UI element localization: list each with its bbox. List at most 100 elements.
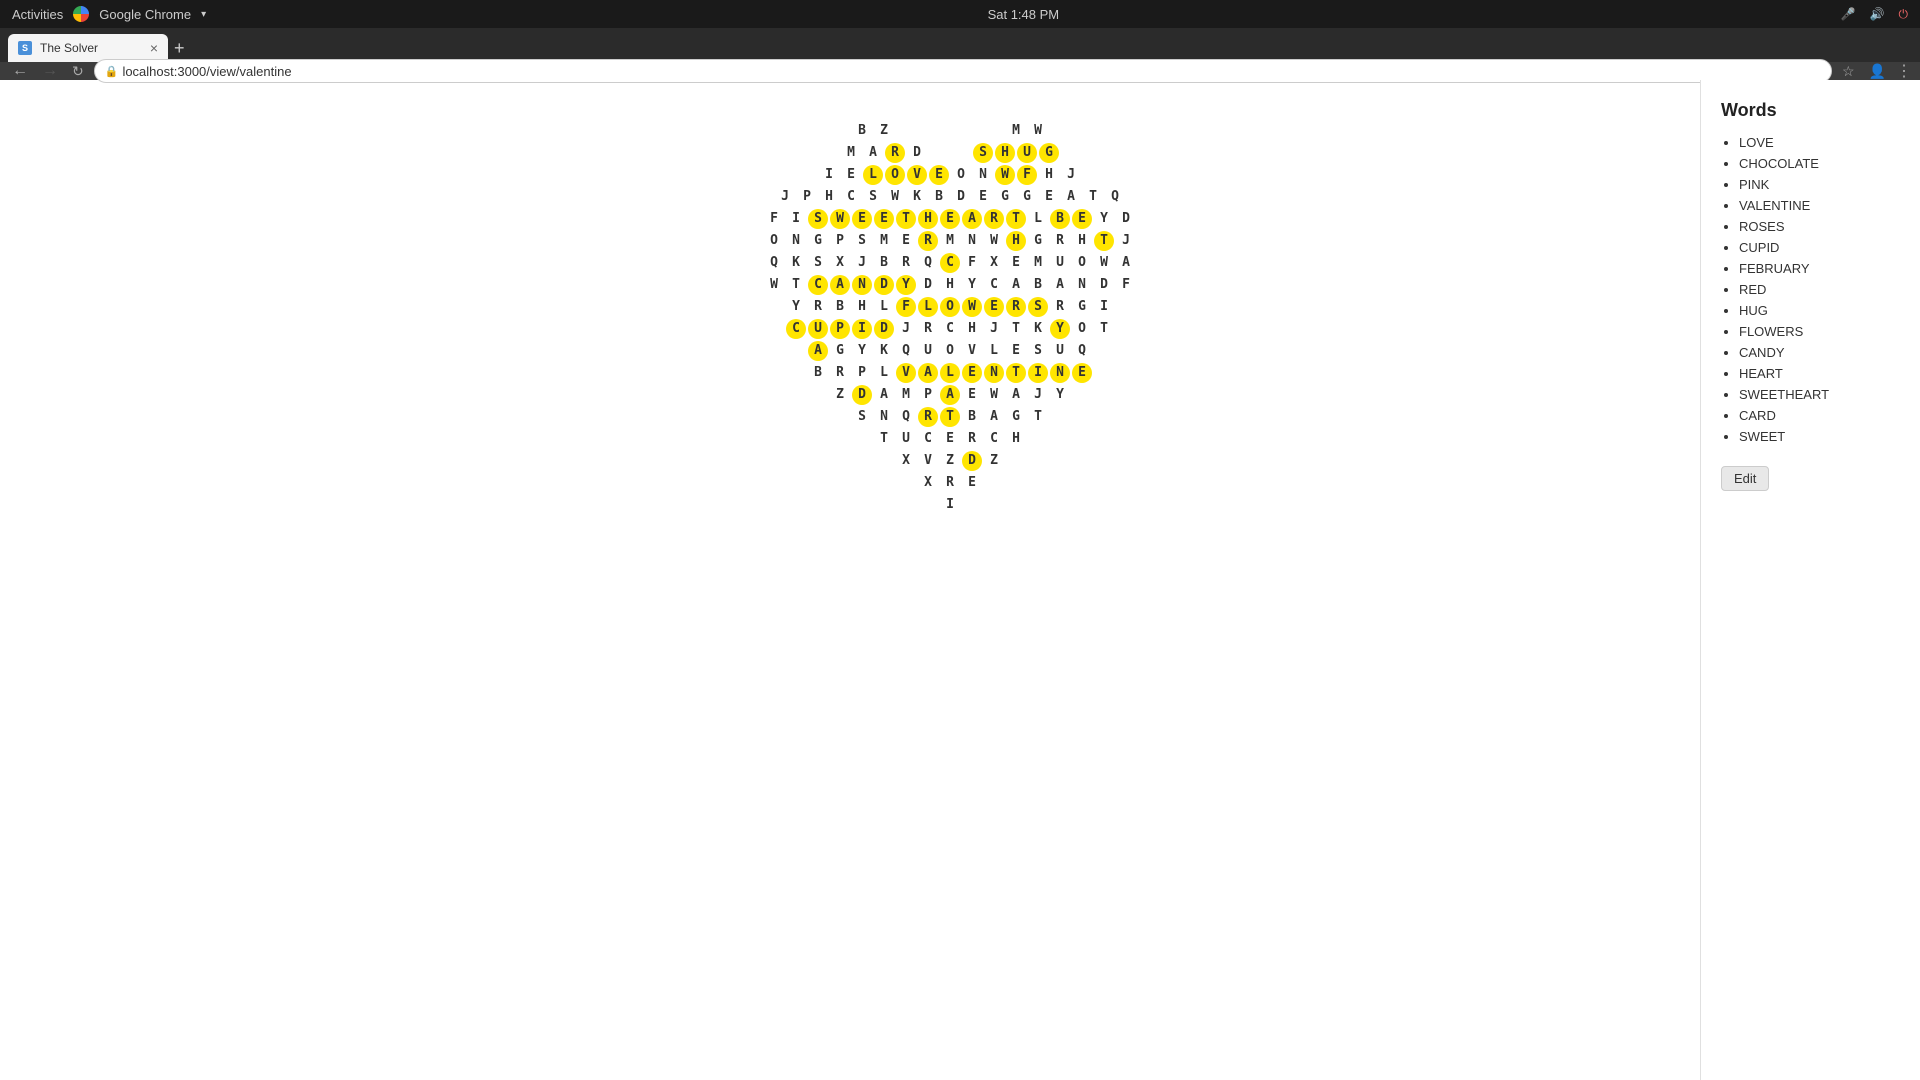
grid-cell[interactable] [951,143,971,163]
grid-cell[interactable]: U [1050,253,1070,273]
grid-cell[interactable]: C [841,187,861,207]
grid-cell[interactable]: Q [896,341,916,361]
grid-cell[interactable]: Q [1105,187,1125,207]
grid-cell[interactable]: Q [918,253,938,273]
grid-cell[interactable]: H [1072,231,1092,251]
activities-label[interactable]: Activities [12,7,63,22]
grid-cell[interactable]: H [918,209,938,229]
chrome-dropdown-icon[interactable]: ▾ [201,9,206,20]
bookmark-icon[interactable]: ☆ [1838,61,1859,82]
grid-cell[interactable]: G [1072,297,1092,317]
grid-cell[interactable]: J [775,187,795,207]
grid-cell[interactable]: W [995,165,1015,185]
grid-cell[interactable]: P [918,385,938,405]
grid-cell[interactable]: Q [896,407,916,427]
grid-cell[interactable]: I [852,319,872,339]
grid-cell[interactable]: V [907,165,927,185]
grid-cell[interactable]: M [1006,121,1026,141]
grid-cell[interactable]: G [1039,143,1059,163]
grid-cell[interactable]: A [1050,275,1070,295]
grid-cell[interactable]: G [1006,407,1026,427]
grid-cell[interactable]: O [764,231,784,251]
grid-cell[interactable]: D [951,187,971,207]
back-button[interactable]: ← [8,60,32,82]
grid-cell[interactable]: K [874,341,894,361]
grid-cell[interactable]: E [940,429,960,449]
grid-cell[interactable]: B [874,253,894,273]
edit-button[interactable]: Edit [1721,466,1769,491]
grid-cell[interactable]: C [940,319,960,339]
grid-cell[interactable]: L [863,165,883,185]
grid-cell[interactable]: R [918,231,938,251]
grid-cell[interactable]: A [1006,275,1026,295]
grid-cell[interactable]: A [874,385,894,405]
grid-cell[interactable]: H [940,275,960,295]
grid-cell[interactable]: X [896,451,916,471]
grid-cell[interactable]: L [1028,209,1048,229]
grid-cell[interactable]: W [830,209,850,229]
reload-button[interactable]: ↻ [68,61,88,82]
grid-cell[interactable]: S [1028,341,1048,361]
grid-cell[interactable]: Y [852,341,872,361]
grid-cell[interactable]: T [1094,231,1114,251]
grid-cell[interactable]: T [1083,187,1103,207]
grid-cell[interactable]: Z [830,385,850,405]
grid-cell[interactable]: I [1094,297,1114,317]
grid-cell[interactable]: L [874,297,894,317]
grid-cell[interactable] [918,121,938,141]
grid-cell[interactable]: L [940,363,960,383]
grid-cell[interactable]: U [918,341,938,361]
grid-cell[interactable]: W [764,275,784,295]
grid-cell[interactable]: A [830,275,850,295]
grid-cell[interactable]: V [896,363,916,383]
grid-cell[interactable]: T [1006,209,1026,229]
grid-cell[interactable]: A [984,407,1004,427]
grid-cell[interactable]: G [808,231,828,251]
grid-cell[interactable]: R [1006,297,1026,317]
grid-cell[interactable]: C [940,253,960,273]
grid-cell[interactable]: A [808,341,828,361]
grid-cell[interactable]: B [1050,209,1070,229]
grid-cell[interactable]: F [1017,165,1037,185]
grid-cell[interactable]: H [819,187,839,207]
grid-cell[interactable]: A [940,385,960,405]
grid-cell[interactable]: E [1072,209,1092,229]
grid-cell[interactable]: I [940,495,960,515]
grid-cell[interactable]: X [984,253,1004,273]
grid-cell[interactable]: C [786,319,806,339]
grid-cell[interactable]: F [962,253,982,273]
grid-cell[interactable]: X [830,253,850,273]
grid-cell[interactable] [929,143,949,163]
grid-cell[interactable]: T [940,407,960,427]
grid-cell[interactable]: O [940,341,960,361]
grid-cell[interactable]: A [1116,253,1136,273]
grid-cell[interactable]: O [885,165,905,185]
grid-cell[interactable]: D [907,143,927,163]
grid-cell[interactable]: O [940,297,960,317]
grid-cell[interactable]: G [1017,187,1037,207]
grid-cell[interactable]: T [874,429,894,449]
grid-cell[interactable]: T [1006,363,1026,383]
grid-cell[interactable]: K [907,187,927,207]
grid-cell[interactable]: B [929,187,949,207]
grid-cell[interactable]: J [1116,231,1136,251]
grid-cell[interactable]: J [984,319,1004,339]
grid-cell[interactable]: H [1039,165,1059,185]
grid-cell[interactable]: M [841,143,861,163]
grid-cell[interactable]: N [1072,275,1092,295]
grid-cell[interactable]: H [852,297,872,317]
grid-cell[interactable]: N [962,231,982,251]
grid-cell[interactable]: N [874,407,894,427]
grid-cell[interactable]: E [973,187,993,207]
grid-cell[interactable]: E [1006,341,1026,361]
profile-icon[interactable]: 👤 [1865,61,1890,82]
grid-cell[interactable]: F [896,297,916,317]
grid-cell[interactable]: J [1061,165,1081,185]
grid-cell[interactable]: S [863,187,883,207]
grid-cell[interactable]: U [1017,143,1037,163]
grid-cell[interactable]: P [852,363,872,383]
grid-cell[interactable]: A [1061,187,1081,207]
grid-cell[interactable]: R [918,407,938,427]
grid-cell[interactable]: U [1050,341,1070,361]
grid-cell[interactable]: D [918,275,938,295]
